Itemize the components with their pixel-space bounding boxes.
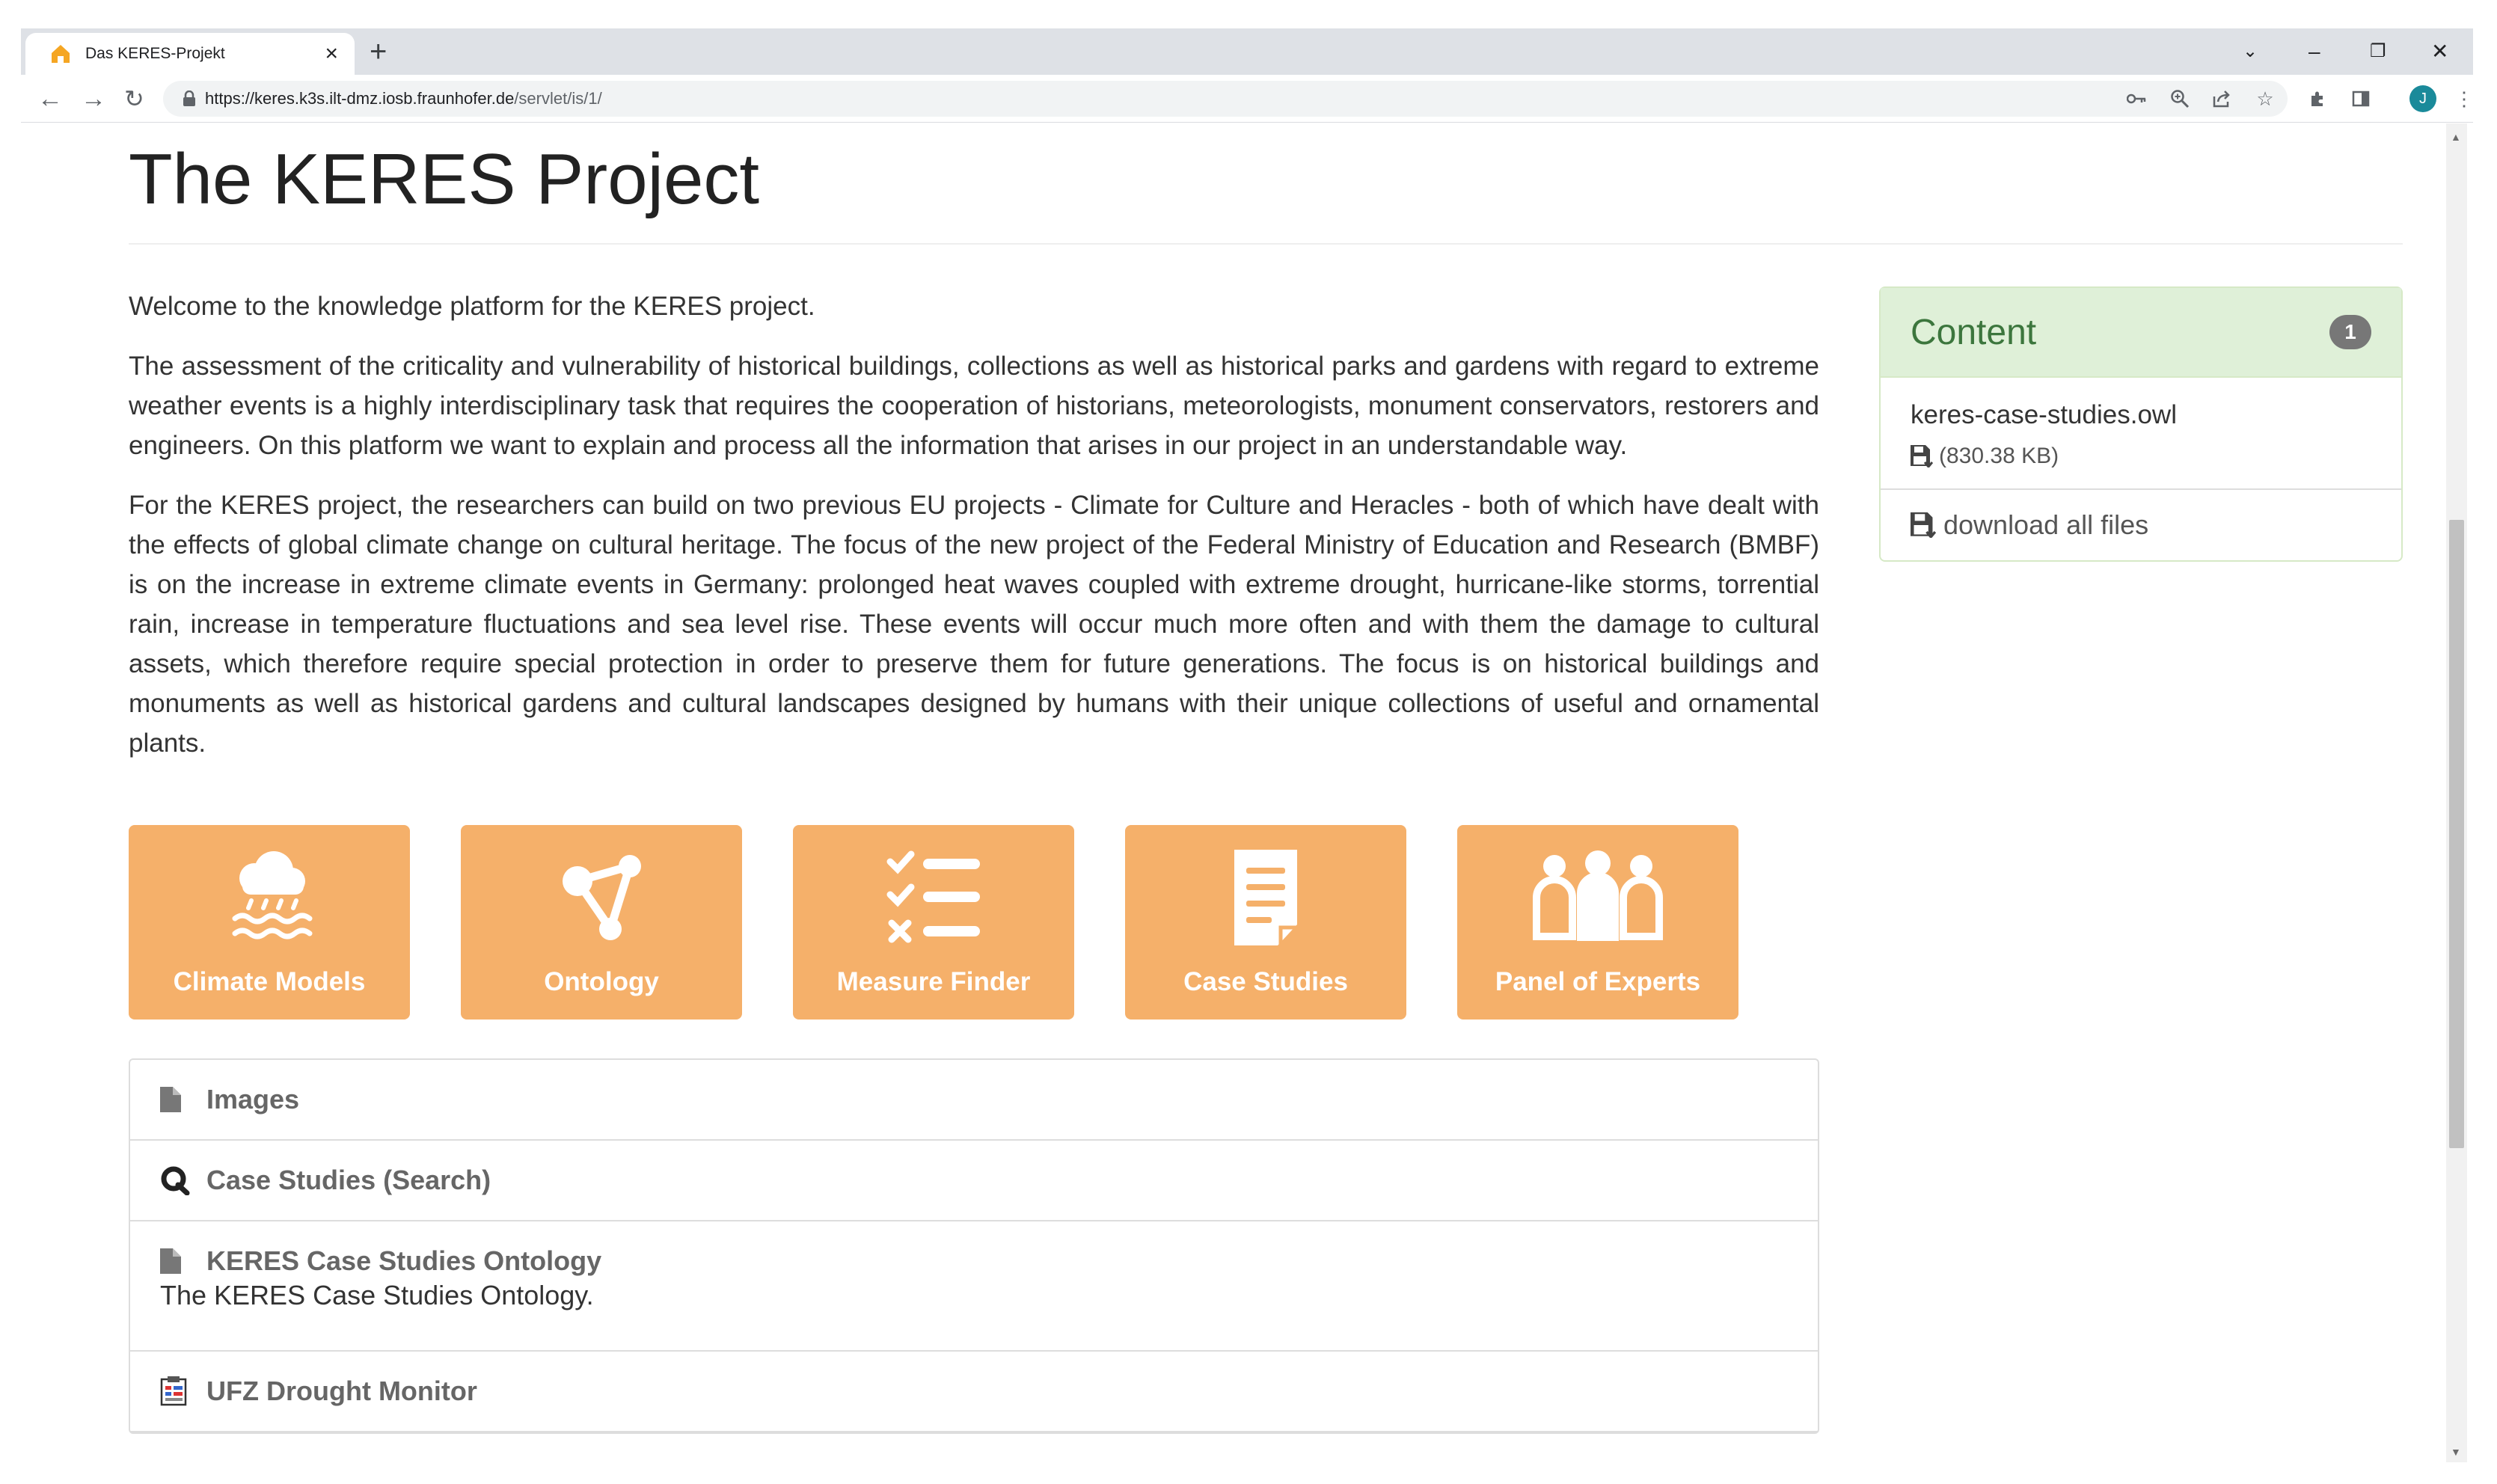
tab-search-icon[interactable]: ⌄ (2243, 33, 2258, 70)
tile-case-studies[interactable]: Case Studies (1125, 825, 1406, 1020)
window-close-icon[interactable]: ✕ (2431, 33, 2448, 70)
profile-avatar[interactable]: J (2409, 85, 2436, 112)
download-all-label[interactable]: download all files (1943, 509, 2148, 541)
bookmark-star-icon[interactable]: ☆ (2253, 87, 2277, 111)
list-item[interactable]: Images (130, 1060, 1818, 1141)
people-icon (1523, 841, 1673, 954)
ontology-icon (549, 841, 654, 954)
page-title: The KERES Project (129, 139, 759, 219)
intro-paragraph: For the KERES project, the researchers c… (129, 491, 1819, 758)
checklist-icon (881, 841, 986, 954)
page-content: The KERES Project Welcome to the knowled… (21, 123, 2467, 1462)
floppy-download-icon (1911, 445, 1933, 467)
scroll-up-icon[interactable]: ▲ (2451, 131, 2461, 143)
list-item-title[interactable]: Case Studies (Search) (206, 1165, 491, 1196)
share-icon[interactable] (2210, 87, 2234, 111)
side-panel-icon[interactable] (2349, 87, 2373, 111)
keres-favicon-icon (49, 43, 72, 65)
extensions-icon[interactable] (2305, 87, 2329, 111)
tab-title: Das KERES-Projekt (85, 45, 225, 62)
content-count-badge: 1 (2329, 315, 2371, 349)
report-icon (160, 1376, 197, 1406)
lock-icon (183, 90, 196, 111)
file-entry[interactable]: keres-case-studies.owl (830.38 KB) (1881, 378, 2401, 490)
reload-icon[interactable]: ↻ (124, 82, 144, 115)
page-scrollbar[interactable]: ▲ ▼ (2446, 123, 2467, 1462)
file-icon (160, 1248, 197, 1274)
file-icon (160, 1087, 197, 1112)
scrollbar-thumb[interactable] (2449, 520, 2464, 1148)
tile-measure-finder[interactable]: Measure Finder (793, 825, 1074, 1020)
restore-icon[interactable]: ❐ (2370, 33, 2386, 70)
list-item-title[interactable]: KERES Case Studies Ontology (206, 1245, 601, 1277)
minimize-icon[interactable]: – (2308, 33, 2320, 70)
list-item[interactable]: Case Studies (Search) (130, 1141, 1818, 1221)
content-panel: Content 1 keres-case-studies.owl (830.38… (1879, 286, 2403, 562)
tile-label: Ontology (544, 967, 659, 996)
tab-strip: Das KERES-Projekt × + ⌄ – ❐ ✕ (21, 28, 2473, 75)
forward-icon[interactable]: → (81, 82, 106, 115)
tile-label: Panel of Experts (1495, 967, 1701, 996)
tile-ontology[interactable]: Ontology (461, 825, 742, 1020)
file-name[interactable]: keres-case-studies.owl (1911, 400, 2371, 430)
content-panel-header: Content 1 (1881, 288, 2401, 378)
list-item[interactable]: KERES Case Studies Ontology The KERES Ca… (130, 1221, 1818, 1352)
download-all-link[interactable]: download all files (1881, 490, 2401, 560)
intro-paragraph: The assessment of the criticality and vu… (129, 352, 1819, 460)
feature-tiles: Climate Models Ontology Measure Finder C… (129, 825, 1738, 1020)
list-item[interactable]: UFZ Drought Monitor (130, 1352, 1818, 1432)
document-icon (1213, 841, 1318, 954)
scroll-down-icon[interactable]: ▼ (2451, 1446, 2461, 1458)
menu-kebab-icon[interactable]: ⋮ (2452, 87, 2476, 111)
back-icon[interactable]: ← (37, 82, 63, 115)
key-icon[interactable] (2124, 87, 2148, 111)
climate-icon (217, 841, 322, 954)
browser-tab[interactable]: Das KERES-Projekt × (25, 33, 355, 75)
content-panel-title: Content (1911, 312, 2037, 352)
tab-close-icon[interactable]: × (325, 43, 338, 65)
list-item-description: The KERES Case Studies Ontology. (160, 1280, 594, 1310)
file-size: (830.38 KB) (1939, 444, 2059, 468)
list-item-title[interactable]: UFZ Drought Monitor (206, 1376, 477, 1407)
url-text: https://keres.k3s.ilt-dmz.iosb.fraunhofe… (205, 89, 602, 108)
search-q-icon (160, 1165, 197, 1195)
browser-toolbar: ← → ↻ https://keres.k3s.ilt-dmz.iosb.fra… (21, 75, 2476, 123)
url-host: https://keres.k3s.ilt-dmz.iosb.fraunhofe… (205, 89, 515, 108)
tile-panel-of-experts[interactable]: Panel of Experts (1457, 825, 1738, 1020)
list-item-title[interactable]: Images (206, 1084, 299, 1115)
tile-label: Climate Models (173, 967, 366, 996)
floppy-download-icon (1911, 512, 1936, 538)
tile-label: Case Studies (1183, 967, 1348, 996)
file-size-row: (830.38 KB) (1911, 444, 2371, 469)
title-divider (129, 243, 2403, 245)
tile-climate-models[interactable]: Climate Models (129, 825, 410, 1020)
url-path: /servlet/is/1/ (514, 89, 602, 108)
zoom-icon[interactable] (2168, 87, 2192, 111)
intro-paragraph: Welcome to the knowledge platform for th… (129, 292, 815, 321)
address-bar[interactable]: https://keres.k3s.ilt-dmz.iosb.fraunhofe… (163, 81, 2288, 117)
new-tab-icon[interactable]: + (370, 34, 387, 69)
tile-label: Measure Finder (836, 967, 1031, 996)
intro-text: Welcome to the knowledge platform for th… (129, 286, 1819, 783)
resource-list: Images Case Studies (Search) KERES Case … (129, 1058, 1819, 1434)
